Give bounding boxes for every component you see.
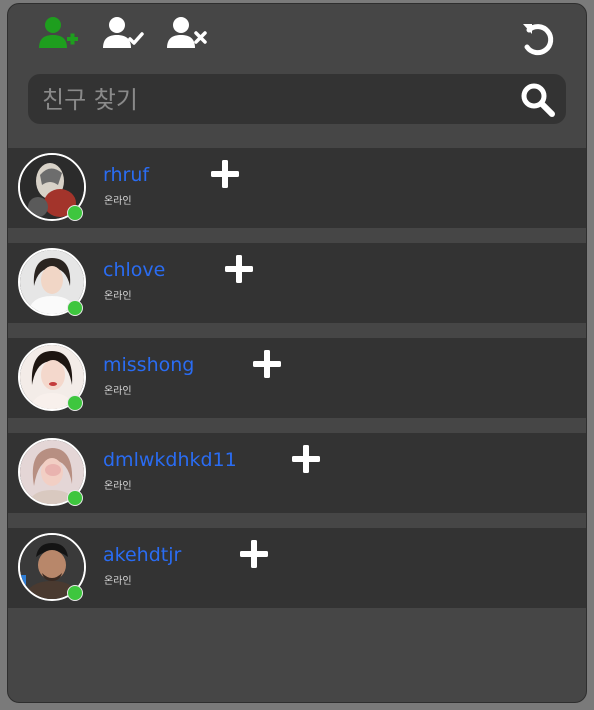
search-button[interactable] (520, 82, 556, 118)
friend-list: rhruf 온라인 chlove 온라인 misshong 온라인 dmlwkd… (8, 148, 586, 623)
friend-name[interactable]: akehdtjr (103, 544, 181, 566)
list-item[interactable]: akehdtjr 온라인 (8, 528, 586, 608)
add-friend-button[interactable] (223, 253, 255, 285)
user-times-icon (167, 17, 207, 48)
add-friend-tab[interactable] (36, 14, 80, 54)
list-item[interactable]: chlove 온라인 (8, 243, 586, 323)
friend-status: 온라인 (104, 196, 132, 207)
friend-name[interactable]: rhruf (103, 164, 149, 186)
plus-icon (292, 445, 320, 473)
refresh-icon (523, 24, 554, 56)
plus-icon (253, 350, 281, 378)
online-status-dot (67, 490, 83, 506)
online-status-dot (67, 585, 83, 601)
list-item[interactable]: misshong 온라인 (8, 338, 586, 418)
list-item[interactable]: rhruf 온라인 (8, 148, 586, 228)
plus-icon (240, 540, 268, 568)
friend-status: 온라인 (104, 386, 132, 397)
friend-panel: rhruf 온라인 chlove 온라인 (7, 3, 587, 703)
add-friend-button[interactable] (238, 538, 270, 570)
list-item[interactable]: dmlwkdhkd11 온라인 (8, 433, 586, 513)
friend-status: 온라인 (104, 481, 132, 492)
add-friend-button[interactable] (290, 443, 322, 475)
online-status-dot (67, 205, 83, 221)
friend-requests-tab[interactable] (100, 14, 144, 54)
online-status-dot (67, 395, 83, 411)
friend-name[interactable]: chlove (103, 259, 165, 281)
add-friend-button[interactable] (251, 348, 283, 380)
user-check-icon (103, 17, 144, 48)
friend-status: 온라인 (104, 576, 132, 587)
friend-name[interactable]: dmlwkdhkd11 (103, 449, 237, 471)
plus-icon (211, 160, 239, 188)
friend-name[interactable]: misshong (103, 354, 194, 376)
plus-icon (225, 255, 253, 283)
blocked-friends-tab[interactable] (164, 14, 208, 54)
search-icon (521, 83, 555, 117)
add-friend-button[interactable] (209, 158, 241, 190)
user-plus-icon (39, 17, 78, 48)
friend-status: 온라인 (104, 291, 132, 302)
online-status-dot (67, 300, 83, 316)
refresh-button[interactable] (518, 20, 562, 60)
search-bar (28, 74, 566, 124)
search-input[interactable] (40, 80, 514, 120)
